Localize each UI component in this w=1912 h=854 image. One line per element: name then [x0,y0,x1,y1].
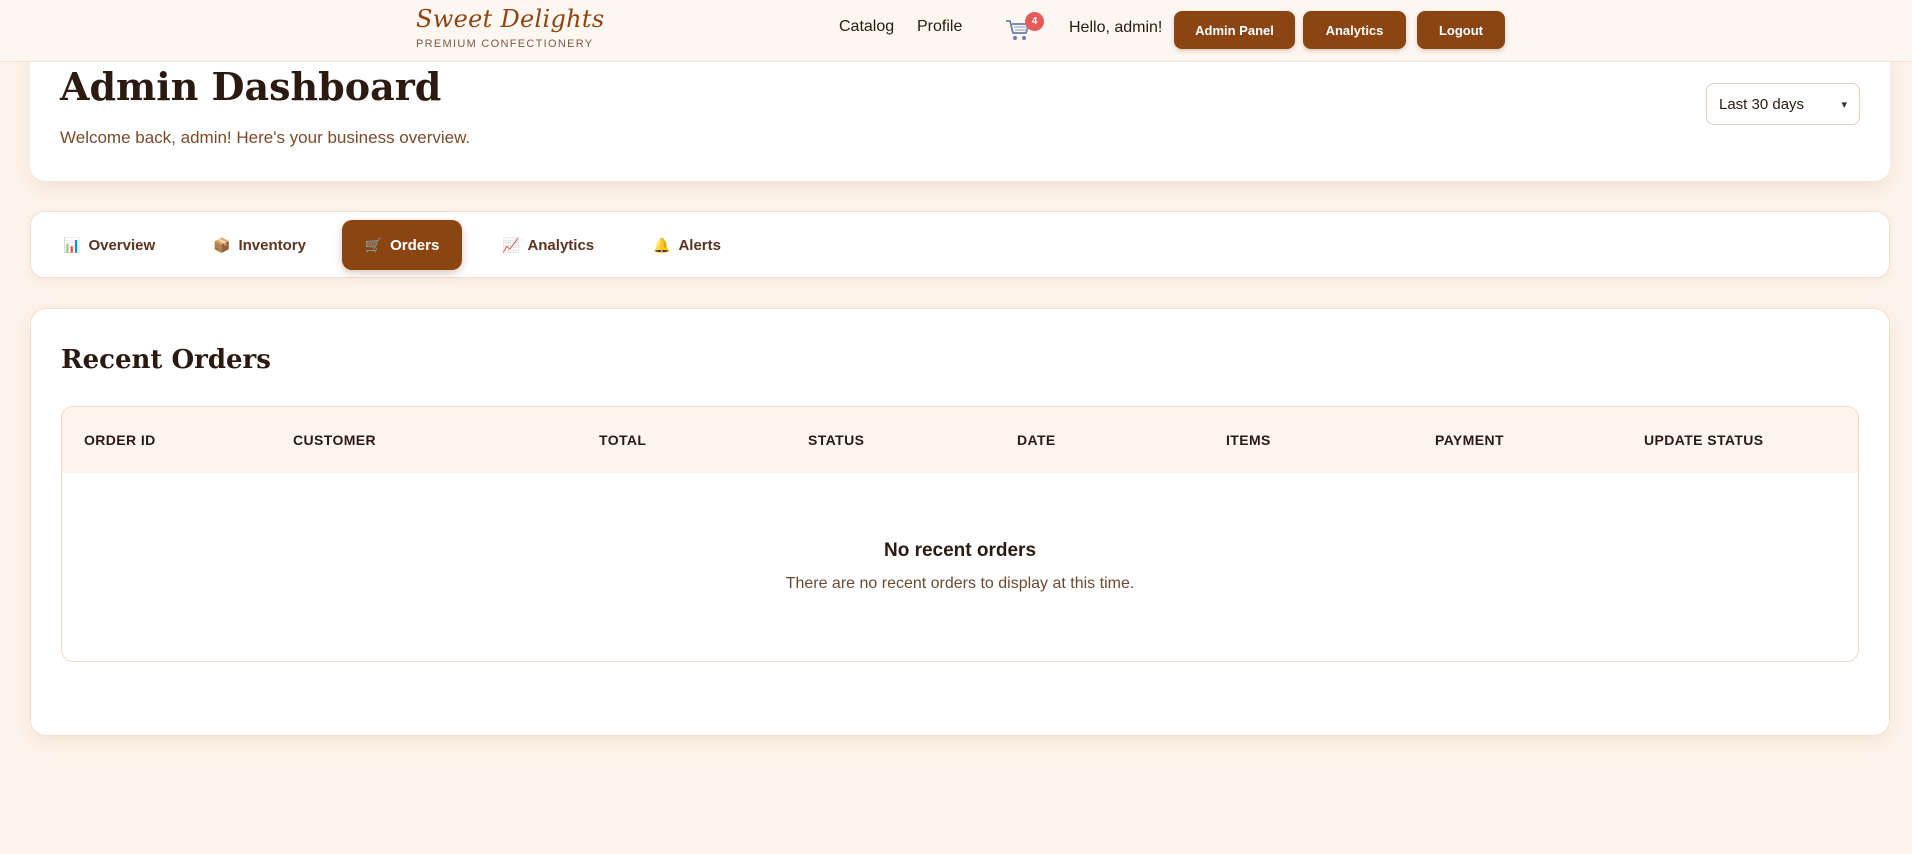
brand-tagline: PREMIUM CONFECTIONERY [416,38,594,50]
column-header-status[interactable]: STATUS [808,432,864,448]
cart-button[interactable]: 4 [1003,12,1044,48]
page-title: Admin Dashboard [60,64,442,109]
empty-state-text: There are no recent orders to display at… [785,575,1135,592]
tab-label: Analytics [527,236,595,254]
column-header-order-id[interactable]: ORDER ID [84,432,156,448]
chevron-down-icon: ▾ [1841,98,1847,111]
tab-label: Inventory [238,236,306,254]
brand-name: Sweet Delights [416,5,605,33]
tab-label: Overview [88,236,156,254]
trend-chart-icon: 📈 [502,237,520,253]
admin-panel-button[interactable]: Admin Panel [1174,11,1295,49]
bar-chart-icon: 📊 [63,237,81,253]
cart-count-badge: 4 [1025,12,1044,31]
cart-icon: 🛒 [364,237,383,253]
date-range-value: Last 30 days [1719,95,1805,113]
section-title: Recent Orders [61,345,271,375]
nav-link-profile[interactable]: Profile [917,18,962,36]
tab-alerts[interactable]: 🔔 Alerts [635,220,739,270]
column-header-update-status[interactable]: UPDATE STATUS [1644,432,1764,448]
column-header-date[interactable]: DATE [1017,432,1056,448]
dashboard-tabs: 📊 Overview 📦 Inventory 🛒 Orders 📈 Analyt… [30,211,1890,278]
tab-label: Alerts [678,236,721,254]
tab-orders[interactable]: 🛒 Orders [342,220,462,270]
logout-button[interactable]: Logout [1417,11,1505,49]
tab-label: Orders [390,236,440,254]
empty-state-title: No recent orders [883,540,1037,561]
tab-analytics[interactable]: 📈 Analytics [484,220,612,270]
recent-orders-card: Recent Orders ORDER ID CUSTOMER TOTAL ST… [30,308,1890,736]
page-subtitle: Welcome back, admin! Here's your busines… [60,128,471,147]
brand-logo[interactable]: Sweet Delights PREMIUM CONFECTIONERY [416,4,604,50]
tab-overview[interactable]: 📊 Overview [45,220,173,270]
column-header-items[interactable]: ITEMS [1226,432,1271,448]
analytics-button[interactable]: Analytics [1303,11,1406,49]
top-navbar: Sweet Delights PREMIUM CONFECTIONERY Cat… [0,0,1912,62]
date-range-select[interactable]: Last 30 days ▾ [1706,83,1860,125]
column-header-total[interactable]: TOTAL [599,432,646,448]
nav-link-catalog[interactable]: Catalog [839,18,894,36]
orders-table: ORDER ID CUSTOMER TOTAL STATUS DATE ITEM… [61,406,1859,662]
column-header-payment[interactable]: PAYMENT [1435,432,1504,448]
package-icon: 📦 [213,237,231,253]
column-header-customer[interactable]: CUSTOMER [293,432,376,448]
user-greeting: Hello, admin! [1069,19,1163,36]
bell-icon: 🔔 [653,237,671,253]
table-header: ORDER ID CUSTOMER TOTAL STATUS DATE ITEM… [62,407,1858,473]
tab-inventory[interactable]: 📦 Inventory [195,220,324,270]
